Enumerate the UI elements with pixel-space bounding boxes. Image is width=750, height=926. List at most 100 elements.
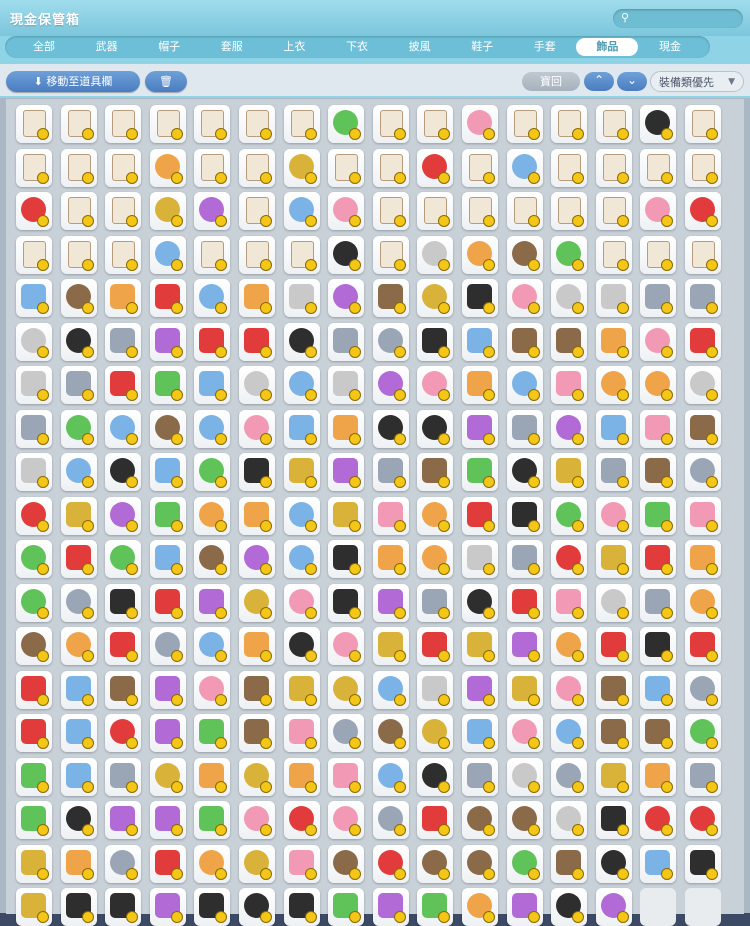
item-slot[interactable] xyxy=(105,670,142,709)
item-slot[interactable] xyxy=(685,844,721,883)
item-slot[interactable] xyxy=(105,844,142,883)
item-slot[interactable] xyxy=(105,540,142,578)
item-slot[interactable] xyxy=(328,148,365,187)
item-slot[interactable] xyxy=(685,409,721,448)
item-slot[interactable] xyxy=(462,540,498,578)
item-slot[interactable] xyxy=(149,409,186,448)
item-slot[interactable] xyxy=(105,496,142,535)
item-slot[interactable] xyxy=(595,583,632,622)
item-slot[interactable] xyxy=(149,322,186,361)
item-slot[interactable] xyxy=(685,453,721,491)
item-slot[interactable] xyxy=(685,322,721,361)
item-slot[interactable] xyxy=(372,322,409,361)
item-slot[interactable] xyxy=(417,453,454,491)
item-slot[interactable] xyxy=(640,322,677,361)
item-slot[interactable] xyxy=(60,540,97,578)
item-slot[interactable] xyxy=(551,192,588,230)
item-slot[interactable] xyxy=(283,192,320,230)
item-slot[interactable] xyxy=(328,757,365,796)
item-slot[interactable] xyxy=(149,583,186,622)
item-slot[interactable] xyxy=(194,235,231,274)
item-slot[interactable] xyxy=(685,627,721,665)
item-slot[interactable] xyxy=(640,540,677,578)
item-slot[interactable] xyxy=(640,627,677,665)
item-slot[interactable] xyxy=(462,453,498,491)
item-slot[interactable] xyxy=(328,366,365,404)
item-slot[interactable] xyxy=(640,844,677,883)
item-slot[interactable] xyxy=(685,757,721,796)
item-slot[interactable] xyxy=(595,627,632,665)
item-slot[interactable] xyxy=(372,366,409,404)
item-slot[interactable] xyxy=(372,540,409,578)
item-slot[interactable] xyxy=(149,627,186,665)
tab-9[interactable]: 飾品 xyxy=(576,38,639,56)
item-slot[interactable] xyxy=(462,366,498,404)
item-slot[interactable] xyxy=(417,366,454,404)
item-slot[interactable] xyxy=(685,235,721,274)
item-slot[interactable] xyxy=(283,583,320,622)
item-slot[interactable] xyxy=(595,496,632,535)
item-slot[interactable] xyxy=(685,714,721,752)
tab-7[interactable]: 鞋子 xyxy=(451,38,513,56)
item-slot[interactable] xyxy=(462,670,498,709)
item-slot[interactable] xyxy=(685,801,721,839)
item-slot[interactable] xyxy=(595,757,632,796)
item-slot[interactable] xyxy=(239,366,275,404)
item-slot[interactable] xyxy=(506,409,543,448)
item-slot[interactable] xyxy=(417,844,454,883)
item-slot[interactable] xyxy=(551,801,588,839)
item-slot[interactable] xyxy=(640,496,677,535)
item-slot[interactable] xyxy=(283,235,320,274)
item-slot[interactable] xyxy=(551,148,588,187)
item-slot[interactable] xyxy=(372,409,409,448)
item-slot[interactable] xyxy=(685,583,721,622)
item-slot[interactable] xyxy=(551,496,588,535)
item-slot[interactable] xyxy=(417,279,454,317)
tab-8[interactable]: 手套 xyxy=(514,38,576,56)
item-slot[interactable] xyxy=(640,801,677,839)
item-slot[interactable] xyxy=(16,757,52,796)
item-slot[interactable] xyxy=(372,148,409,187)
item-slot[interactable] xyxy=(283,888,320,926)
tab-1[interactable]: 武器 xyxy=(76,38,138,56)
tab-2[interactable]: 帽子 xyxy=(138,38,200,56)
item-slot[interactable] xyxy=(595,279,632,317)
item-slot[interactable] xyxy=(60,322,97,361)
item-slot[interactable] xyxy=(16,844,52,883)
item-slot[interactable] xyxy=(417,801,454,839)
item-slot[interactable] xyxy=(283,279,320,317)
item-slot[interactable] xyxy=(328,192,365,230)
item-slot[interactable] xyxy=(417,409,454,448)
item-slot[interactable] xyxy=(105,409,142,448)
item-slot[interactable] xyxy=(595,844,632,883)
item-slot[interactable] xyxy=(372,105,409,143)
item-slot[interactable] xyxy=(462,279,498,317)
item-slot[interactable] xyxy=(506,714,543,752)
item-slot[interactable] xyxy=(506,366,543,404)
item-slot[interactable] xyxy=(239,714,275,752)
item-slot[interactable] xyxy=(417,105,454,143)
item-slot[interactable] xyxy=(149,105,186,143)
item-slot[interactable] xyxy=(417,888,454,926)
item-slot[interactable] xyxy=(640,192,677,230)
item-slot[interactable] xyxy=(551,627,588,665)
move-to-inventory-button[interactable]: ⬇ 移動至道具欄 xyxy=(6,71,140,92)
item-slot[interactable] xyxy=(283,714,320,752)
item-slot[interactable] xyxy=(595,235,632,274)
item-slot[interactable] xyxy=(640,453,677,491)
item-slot[interactable] xyxy=(60,801,97,839)
item-slot[interactable] xyxy=(328,714,365,752)
item-slot[interactable] xyxy=(328,844,365,883)
item-slot[interactable] xyxy=(328,235,365,274)
item-slot[interactable] xyxy=(283,801,320,839)
item-slot[interactable] xyxy=(105,801,142,839)
item-slot[interactable] xyxy=(60,366,97,404)
item-slot[interactable] xyxy=(462,714,498,752)
item-slot[interactable] xyxy=(16,322,52,361)
item-slot[interactable] xyxy=(640,409,677,448)
item-slot[interactable] xyxy=(60,279,97,317)
item-slot[interactable] xyxy=(595,322,632,361)
item-slot[interactable] xyxy=(283,670,320,709)
item-slot[interactable] xyxy=(105,148,142,187)
item-slot[interactable] xyxy=(595,670,632,709)
